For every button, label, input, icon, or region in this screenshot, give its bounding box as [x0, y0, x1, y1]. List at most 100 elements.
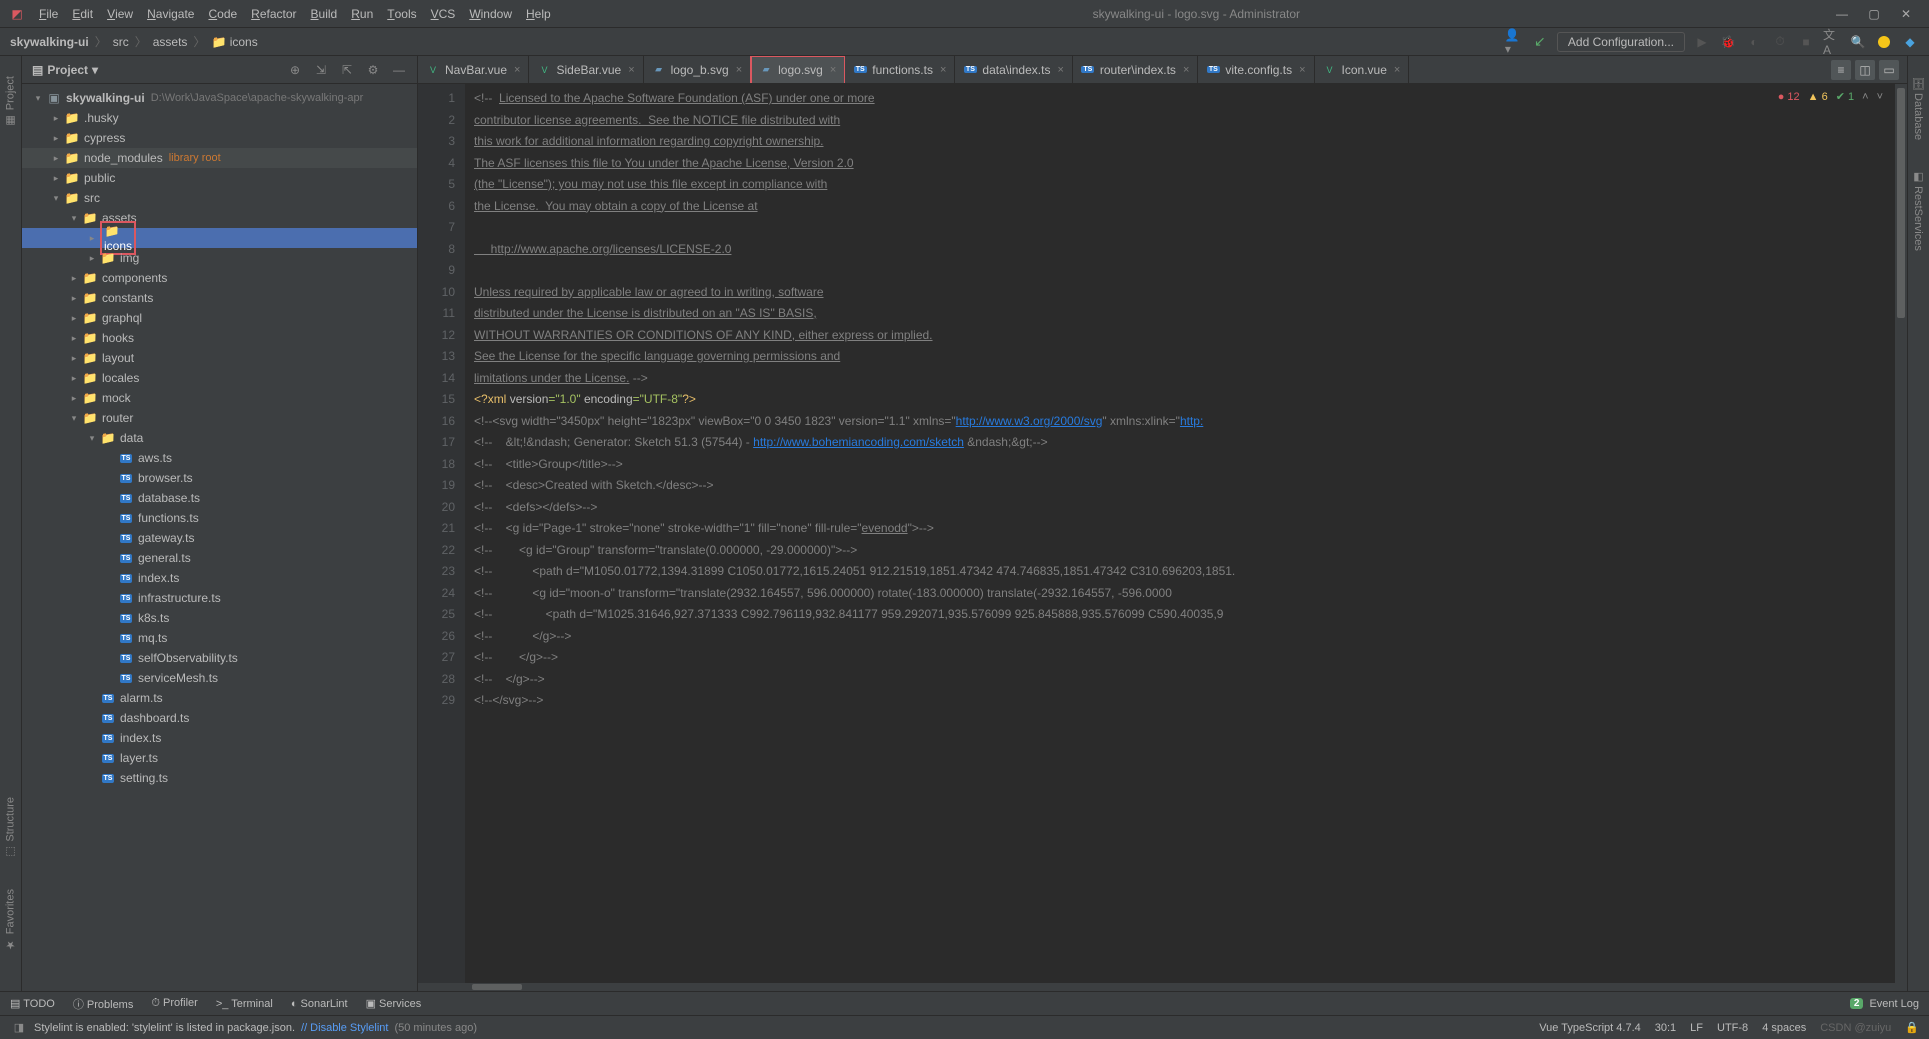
lock-icon[interactable]: 🔒 — [1905, 1021, 1919, 1034]
tree-item-general.ts[interactable]: TSgeneral.ts — [22, 548, 417, 568]
tree-item-infrastructure.ts[interactable]: TSinfrastructure.ts — [22, 588, 417, 608]
menu-refactor[interactable]: Refactor — [244, 0, 303, 28]
maximize-button[interactable]: ▢ — [1867, 7, 1881, 21]
tab-close-icon[interactable]: × — [830, 64, 836, 76]
run-icon[interactable]: ▶ — [1693, 33, 1711, 51]
tree-item-public[interactable]: ▸📁public — [22, 168, 417, 188]
tree-item-layout[interactable]: ▸📁layout — [22, 348, 417, 368]
vertical-scrollbar[interactable] — [1895, 84, 1907, 983]
menu-vcs[interactable]: VCS — [424, 0, 463, 28]
scroll-thumb[interactable] — [1897, 88, 1905, 318]
menu-edit[interactable]: Edit — [65, 0, 100, 28]
tab-router-index-ts[interactable]: TSrouter\index.ts× — [1073, 56, 1198, 84]
tree-item-data[interactable]: ▾📁data — [22, 428, 417, 448]
tab-close-icon[interactable]: × — [1299, 64, 1305, 76]
tab-logo_b-svg[interactable]: ▰logo_b.svg× — [644, 56, 751, 84]
hscroll-thumb[interactable] — [472, 984, 522, 990]
coverage-icon[interactable]: ◐ — [1745, 33, 1763, 51]
tree-item-assets[interactable]: ▾📁assets — [22, 208, 417, 228]
menu-navigate[interactable]: Navigate — [140, 0, 201, 28]
tab-close-icon[interactable]: × — [1394, 64, 1400, 76]
tree-item-gateway.ts[interactable]: TSgateway.ts — [22, 528, 417, 548]
status-line-sep[interactable]: LF — [1690, 1022, 1703, 1034]
menu-code[interactable]: Code — [201, 0, 244, 28]
bottom-todo[interactable]: ▤ TODO — [10, 996, 55, 1012]
close-button[interactable]: ✕ — [1899, 7, 1913, 21]
minimize-button[interactable]: — — [1835, 7, 1849, 21]
inspection-up-icon[interactable]: ˄ — [1862, 91, 1868, 103]
tree-item-icons[interactable]: ▸📁icons — [22, 228, 417, 248]
tree-item-selfObservability.ts[interactable]: TSselfObservability.ts — [22, 648, 417, 668]
tab-close-icon[interactable]: × — [940, 64, 946, 76]
menu-view[interactable]: View — [100, 0, 140, 28]
menu-build[interactable]: Build — [304, 0, 345, 28]
tree-item-mock[interactable]: ▸📁mock — [22, 388, 417, 408]
breadcrumb-assets[interactable]: assets — [153, 35, 188, 49]
tree-item-mq.ts[interactable]: TSmq.ts — [22, 628, 417, 648]
project-tree[interactable]: ▾▣skywalking-uiD:\Work\JavaSpace\apache-… — [22, 84, 417, 991]
list-view-icon[interactable]: ≡ — [1831, 60, 1851, 80]
tab-close-icon[interactable]: × — [628, 64, 634, 76]
tree-item-browser.ts[interactable]: TSbrowser.ts — [22, 468, 417, 488]
tab-SideBar-vue[interactable]: VSideBar.vue× — [529, 56, 643, 84]
breadcrumb-icons[interactable]: 📁 icons — [211, 35, 257, 49]
bottom-profiler[interactable]: ⏱ Profiler — [151, 996, 197, 1012]
horizontal-scrollbar[interactable] — [418, 983, 1907, 991]
tab-close-icon[interactable]: × — [736, 64, 742, 76]
menu-file[interactable]: File — [32, 0, 65, 28]
tab-functions-ts[interactable]: TSfunctions.ts× — [845, 56, 955, 84]
tree-item-k8s.ts[interactable]: TSk8s.ts — [22, 608, 417, 628]
menu-tools[interactable]: Tools — [380, 0, 423, 28]
rail-project[interactable]: ▦ Project — [4, 76, 17, 127]
menu-help[interactable]: Help — [519, 0, 558, 28]
updates-available-icon[interactable] — [1875, 33, 1893, 51]
bottom-sonarlint[interactable]: ◐ SonarLint — [291, 996, 348, 1012]
tree-root[interactable]: ▾▣skywalking-uiD:\Work\JavaSpace\apache-… — [22, 88, 417, 108]
tree-item-functions.ts[interactable]: TSfunctions.ts — [22, 508, 417, 528]
tree-item-aws.ts[interactable]: TSaws.ts — [22, 448, 417, 468]
search-everywhere-icon[interactable]: 🔍 — [1849, 33, 1867, 51]
tab-logo-svg[interactable]: ▰logo.svg× — [751, 56, 845, 84]
rail-restservices[interactable]: ◧ RestServices — [1912, 170, 1925, 251]
bottom-services[interactable]: ▣ Services — [366, 996, 422, 1012]
tree-item-locales[interactable]: ▸📁locales — [22, 368, 417, 388]
stop-icon[interactable]: ■ — [1797, 33, 1815, 51]
split-view-icon[interactable]: ◫ — [1855, 60, 1875, 80]
tree-item-layer.ts[interactable]: TSlayer.ts — [22, 748, 417, 768]
ide-settings-icon[interactable]: ◆ — [1901, 33, 1919, 51]
status-lang[interactable]: Vue TypeScript 4.7.4 — [1539, 1022, 1641, 1034]
rail-database[interactable]: 🗄 Database — [1912, 76, 1925, 140]
tree-item-img[interactable]: ▸📁img — [22, 248, 417, 268]
tree-item-setting.ts[interactable]: TSsetting.ts — [22, 768, 417, 788]
tree-item-router[interactable]: ▾📁router — [22, 408, 417, 428]
tree-item-.husky[interactable]: ▸📁.husky — [22, 108, 417, 128]
tree-item-graphql[interactable]: ▸📁graphql — [22, 308, 417, 328]
disable-stylelint-link[interactable]: // Disable Stylelint — [301, 1022, 388, 1034]
vcs-update-icon[interactable]: ↙ — [1531, 33, 1549, 51]
tree-item-constants[interactable]: ▸📁constants — [22, 288, 417, 308]
breadcrumb-src[interactable]: src — [113, 35, 129, 49]
tab-close-icon[interactable]: × — [1057, 64, 1063, 76]
tab-close-icon[interactable]: × — [514, 64, 520, 76]
rail-favorites[interactable]: ★ Favorites — [4, 889, 17, 951]
locate-icon[interactable]: ⊕ — [287, 62, 303, 78]
status-cursor-pos[interactable]: 30:1 — [1655, 1022, 1676, 1034]
bottom-terminal[interactable]: >_ Terminal — [216, 996, 273, 1012]
inspection-summary[interactable]: ● 12 ▲ 6 ✔ 1 ˄ ˅ — [1772, 88, 1889, 105]
tree-item-cypress[interactable]: ▸📁cypress — [22, 128, 417, 148]
tab-Icon-vue[interactable]: VIcon.vue× — [1315, 56, 1410, 84]
tool-windows-icon[interactable]: ◨ — [10, 1019, 28, 1037]
tree-item-index.ts[interactable]: TSindex.ts — [22, 568, 417, 588]
menu-window[interactable]: Window — [462, 0, 519, 28]
tree-item-alarm.ts[interactable]: TSalarm.ts — [22, 688, 417, 708]
tab-vite-config-ts[interactable]: TSvite.config.ts× — [1198, 56, 1314, 84]
hide-panel-icon[interactable]: — — [391, 62, 407, 78]
inspection-down-icon[interactable]: ˅ — [1877, 91, 1883, 103]
tree-item-hooks[interactable]: ▸📁hooks — [22, 328, 417, 348]
tree-item-index.ts[interactable]: TSindex.ts — [22, 728, 417, 748]
code-editor[interactable]: <!-- Licensed to the Apache Software Fou… — [466, 84, 1907, 983]
tree-item-src[interactable]: ▾📁src — [22, 188, 417, 208]
tab-data-index-ts[interactable]: TSdata\index.ts× — [955, 56, 1072, 84]
users-dropdown-icon[interactable]: 👤▾ — [1505, 33, 1523, 51]
debug-icon[interactable]: 🐞 — [1719, 33, 1737, 51]
